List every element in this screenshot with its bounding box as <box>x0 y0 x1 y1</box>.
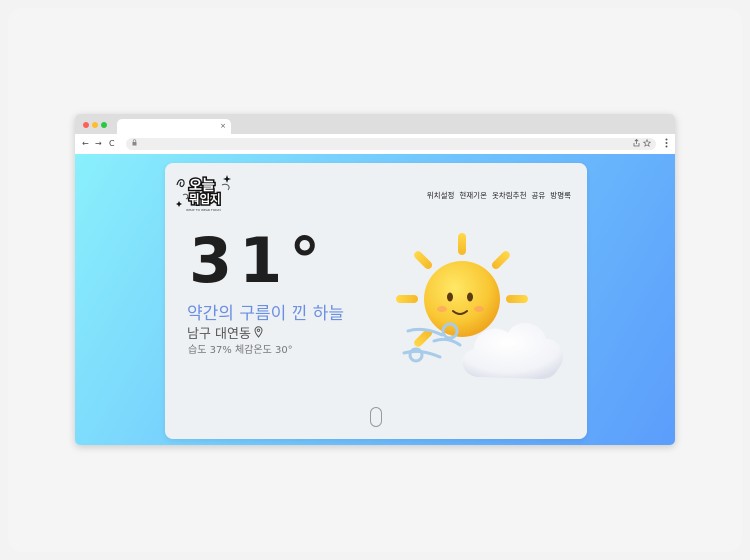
minimize-window-button[interactable] <box>92 122 98 128</box>
weather-details: 습도 37% 체감온도 30° <box>188 345 293 356</box>
current-temperature: 31° <box>189 224 328 297</box>
browser-window: × ← → C 오늘 뭐입지 WHAT TO WEAR TODAY 위치설정 현… <box>75 114 675 445</box>
map-pin-icon[interactable] <box>254 326 263 344</box>
logo-tagline: WHAT TO WEAR TODAY <box>186 208 221 212</box>
main-nav: 위치설정 현재기온 옷차림추천 공유 방명록 <box>427 190 571 201</box>
reload-icon[interactable]: C <box>109 138 115 149</box>
scroll-indicator[interactable] <box>370 407 382 427</box>
site-logo[interactable]: 오늘 뭐입지 WHAT TO WEAR TODAY <box>175 171 233 213</box>
weather-panel: 오늘 뭐입지 WHAT TO WEAR TODAY 위치설정 현재기온 옷차림추… <box>165 163 587 439</box>
nav-current-temperature[interactable]: 현재기온 <box>459 190 487 201</box>
back-arrow-icon[interactable]: ← <box>82 138 89 149</box>
tab-close-icon[interactable]: × <box>220 121 226 131</box>
browser-tab[interactable]: × <box>117 119 231 134</box>
star-icon[interactable] <box>642 138 652 150</box>
nav-location-setting[interactable]: 위치설정 <box>427 190 455 201</box>
nav-share[interactable]: 공유 <box>531 190 545 201</box>
address-bar[interactable] <box>126 138 656 150</box>
browser-toolbar: ← → C <box>75 134 675 155</box>
close-window-button[interactable] <box>83 122 89 128</box>
page-viewport: 오늘 뭐입지 WHAT TO WEAR TODAY 위치설정 현재기온 옷차림추… <box>75 154 675 445</box>
logo-title-line2: 뭐입지 <box>189 192 221 206</box>
lock-icon <box>132 139 137 150</box>
nav-outfit-recommendation[interactable]: 옷차림추천 <box>492 190 527 201</box>
menu-dots-icon[interactable] <box>665 138 668 152</box>
forward-arrow-icon[interactable]: → <box>95 138 102 149</box>
location-label: 남구 대연동 <box>187 326 263 344</box>
sun-behind-cloud-with-wind-icon <box>390 231 580 401</box>
location-name: 남구 대연동 <box>187 327 251 342</box>
tab-bar: × <box>75 114 675 134</box>
maximize-window-button[interactable] <box>101 122 107 128</box>
share-icon[interactable] <box>633 138 640 151</box>
nav-guestbook[interactable]: 방명록 <box>550 190 571 201</box>
weather-condition: 약간의 구름이 낀 하늘 <box>187 304 344 324</box>
